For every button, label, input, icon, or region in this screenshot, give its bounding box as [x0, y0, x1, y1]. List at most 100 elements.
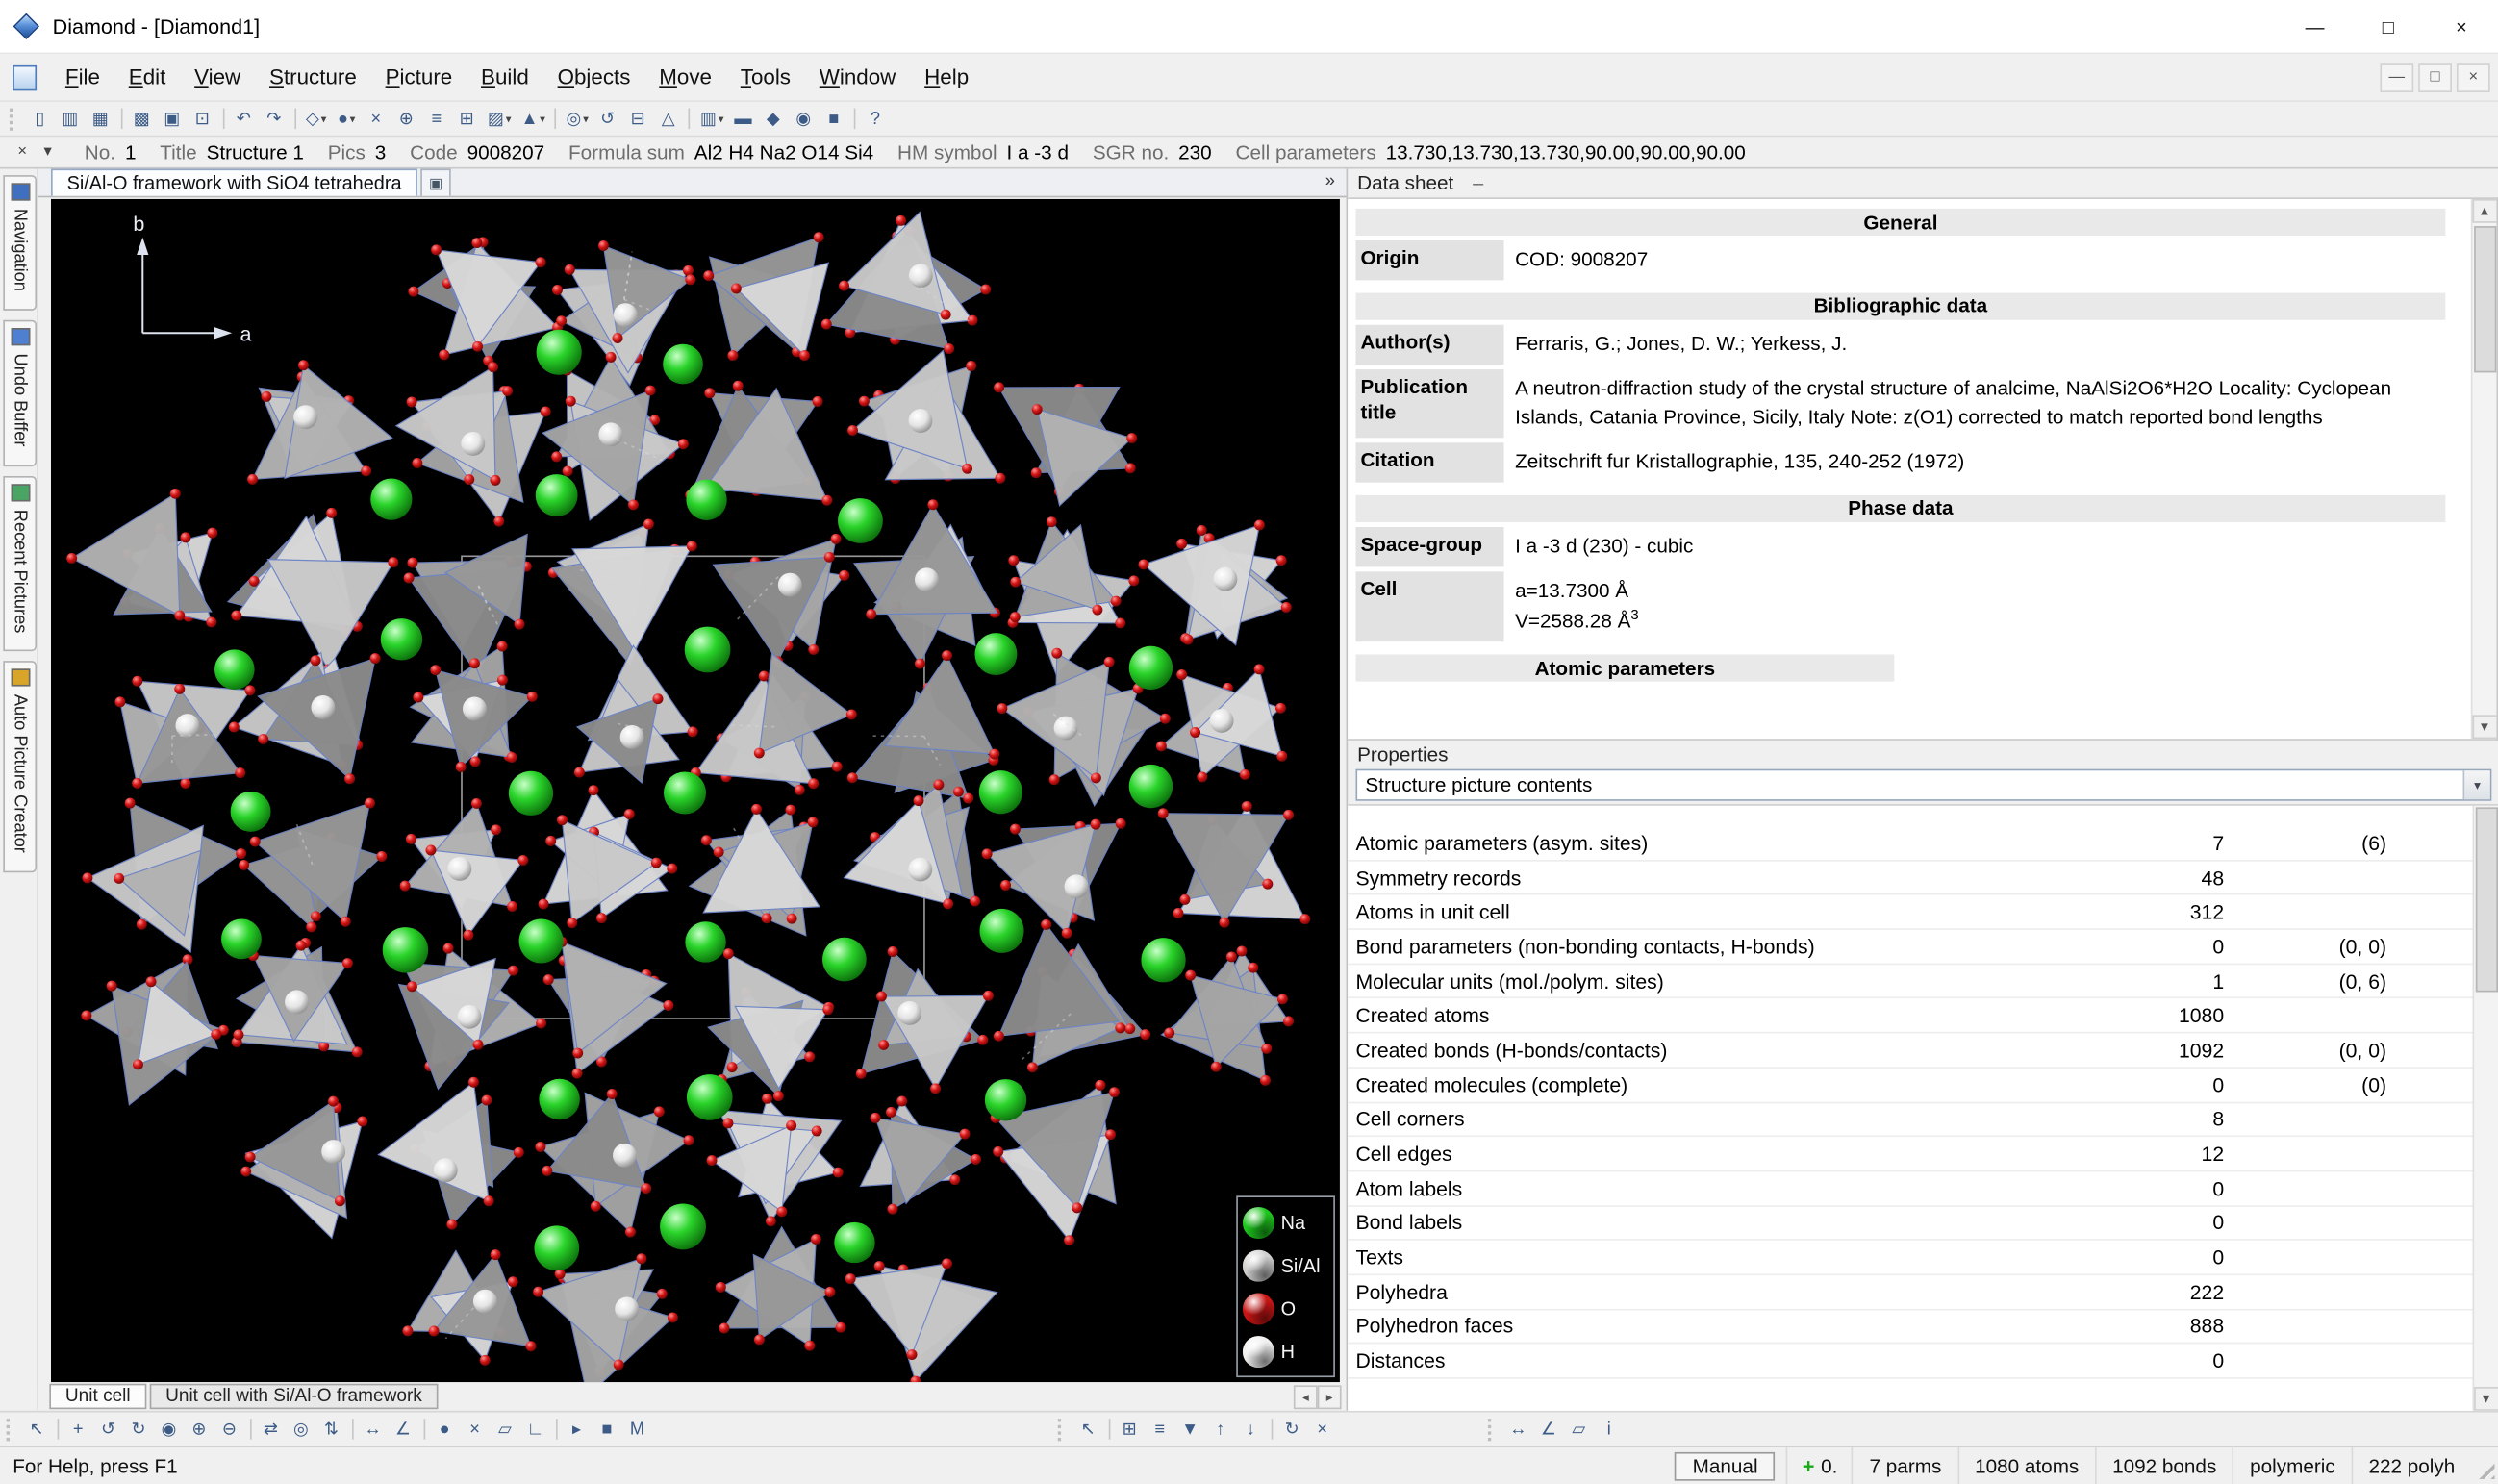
render-quality-icon[interactable]: ◆ — [759, 104, 789, 133]
crystal-structure-render[interactable]: b a — [51, 199, 1340, 1382]
undo-icon[interactable]: ↶ — [230, 104, 260, 133]
zoom-fit-icon[interactable]: ⊟ — [623, 104, 653, 133]
pointer-mode-icon[interactable]: ↖ — [1073, 1415, 1103, 1444]
measure-icon[interactable]: ∟ — [521, 1415, 551, 1444]
movie-mode-icon[interactable]: M — [623, 1415, 653, 1444]
refresh-icon[interactable]: ↻ — [1277, 1415, 1307, 1444]
close-button[interactable]: × — [2425, 0, 2498, 53]
distance-icon[interactable]: ↔ — [359, 1415, 389, 1444]
chevron-down-icon[interactable]: ▾ — [2463, 770, 2490, 799]
child-restore-button[interactable]: □ — [2418, 63, 2452, 91]
tab-overflow-icon[interactable]: » — [1325, 167, 1335, 196]
scrollbar-thumb[interactable] — [2473, 226, 2495, 372]
save-icon[interactable]: ▦ — [86, 104, 115, 133]
table-view-icon[interactable]: ⊞ — [1115, 1415, 1145, 1444]
paste-icon[interactable]: ⊡ — [188, 104, 217, 133]
menu-picture[interactable]: Picture — [371, 55, 467, 99]
lights-icon[interactable]: ◉ — [789, 104, 819, 133]
resize-grip[interactable] — [2471, 1447, 2498, 1484]
document-system-icon[interactable] — [13, 64, 37, 89]
minimize-button[interactable]: — — [2278, 0, 2351, 53]
rotate-z-icon[interactable]: ◉ — [155, 1415, 185, 1444]
plane-list-icon[interactable]: ▱ — [1564, 1415, 1594, 1444]
background-icon[interactable]: ■ — [820, 104, 849, 133]
spin-icon[interactable]: ◎ — [287, 1415, 316, 1444]
info-icon[interactable]: i — [1595, 1415, 1625, 1444]
picture-window-restore-button[interactable]: ▣ — [420, 168, 450, 195]
menu-file[interactable]: File — [51, 55, 114, 99]
child-minimize-button[interactable]: — — [2380, 63, 2413, 91]
active-picture-tab[interactable]: Si/Al-O framework with SiO4 tetrahedra — [51, 168, 417, 195]
properties-table-row[interactable]: Atoms in unit cell 312 — [1348, 895, 2472, 930]
add-atoms-icon[interactable]: ⊕ — [391, 104, 421, 133]
edit-object-icon[interactable]: ▱ — [491, 1415, 520, 1444]
properties-table-row[interactable]: Polyhedra 222 — [1348, 1275, 2472, 1310]
menu-window[interactable]: Window — [805, 55, 910, 99]
menu-edit[interactable]: Edit — [114, 55, 180, 99]
properties-table-row[interactable]: Symmetry records 48 — [1348, 861, 2472, 895]
sidebar-tab-auto-picture-creator[interactable]: Auto Picture Creator — [3, 661, 37, 872]
properties-table-row[interactable]: Distances 0 — [1348, 1345, 2472, 1379]
properties-table-row[interactable]: Cell edges 12 — [1348, 1137, 2472, 1171]
move-picture-icon[interactable]: + — [63, 1415, 93, 1444]
scrollbar-thumb[interactable] — [2475, 807, 2497, 992]
properties-table-row[interactable]: Bond parameters (non-bonding contacts, H… — [1348, 930, 2472, 965]
filter-icon[interactable]: ▼ — [1175, 1415, 1205, 1444]
tracking-icon[interactable]: ⇄ — [257, 1415, 287, 1444]
picture-tab-unit-cell-framework[interactable]: Unit cell with Si/Al-O framework — [150, 1384, 439, 1409]
open-icon[interactable]: ▥ — [56, 104, 86, 133]
properties-table-row[interactable]: Created atoms 1080 — [1348, 999, 2472, 1034]
properties-table-row[interactable]: Cell corners 8 — [1348, 1103, 2472, 1138]
menu-build[interactable]: Build — [467, 55, 543, 99]
sidebar-tab-undo-buffer[interactable]: Undo Buffer — [3, 320, 37, 466]
menu-objects[interactable]: Objects — [543, 55, 645, 99]
play-animation-icon[interactable]: ▸ — [563, 1415, 593, 1444]
fill-unit-cell-icon[interactable]: ⊞ — [452, 104, 482, 133]
perspective-icon[interactable]: △ — [654, 104, 684, 133]
stop-animation-icon[interactable]: ■ — [593, 1415, 622, 1444]
rotate-x-icon[interactable]: ↺ — [94, 1415, 124, 1444]
destroy-icon[interactable]: × — [362, 104, 391, 133]
help-icon[interactable]: ? — [861, 104, 891, 133]
sidebar-tab-recent-pictures[interactable]: Recent Pictures — [3, 475, 37, 651]
properties-table-row[interactable]: Molecular units (mol./polym. sites) 1 (0… — [1348, 965, 2472, 999]
delete-row-icon[interactable]: × — [1308, 1415, 1338, 1444]
structure-wizard-icon[interactable]: ◇▾ — [301, 104, 331, 133]
new-document-icon[interactable]: ▯ — [26, 104, 56, 133]
copy-icon[interactable]: ▣ — [158, 104, 188, 133]
rotate-view-icon[interactable]: ↺ — [593, 104, 623, 133]
packing-icon[interactable]: ▨▾ — [483, 104, 517, 133]
scroll-down-icon[interactable]: ▼ — [2472, 715, 2498, 739]
close-structure-icon[interactable]: × — [10, 143, 36, 161]
scroll-down-icon[interactable]: ▼ — [2473, 1387, 2498, 1411]
polyhedra-icon[interactable]: ▲▾ — [516, 104, 549, 133]
walk-icon[interactable]: ⇅ — [317, 1415, 347, 1444]
add-atom-icon[interactable]: ● — [430, 1415, 460, 1444]
properties-table-row[interactable]: Atom labels 0 — [1348, 1171, 2472, 1206]
sort-ascending-icon[interactable]: ↑ — [1206, 1415, 1236, 1444]
zoom-out-icon[interactable]: ⊖ — [215, 1415, 245, 1444]
connect-atoms-icon[interactable]: ≡ — [422, 104, 452, 133]
select-tool-icon[interactable]: ↖ — [22, 1415, 52, 1444]
properties-table-row[interactable]: Created molecules (complete) 0 (0) — [1348, 1069, 2472, 1103]
properties-table-row[interactable]: Created bonds (H-bonds/contacts) 1092 (0… — [1348, 1034, 2472, 1069]
delete-atom-icon[interactable]: × — [461, 1415, 491, 1444]
menu-move[interactable]: Move — [644, 55, 726, 99]
properties-scrollbar[interactable]: ▼ — [2473, 806, 2498, 1411]
split-window-icon[interactable]: ▬ — [729, 104, 759, 133]
properties-table-row[interactable]: Polyhedron faces 888 — [1348, 1310, 2472, 1345]
properties-content-select[interactable]: Structure picture contents ▾ — [1355, 769, 2491, 801]
angle-icon[interactable]: ∠ — [389, 1415, 418, 1444]
properties-table-row[interactable]: Atomic parameters (asym. sites) 7 (6) — [1348, 826, 2472, 861]
collapse-icon[interactable]: – — [1473, 172, 1483, 194]
print-icon[interactable]: ▩ — [128, 104, 158, 133]
menu-tools[interactable]: Tools — [726, 55, 805, 99]
menu-view[interactable]: View — [180, 55, 255, 99]
menu-structure[interactable]: Structure — [255, 55, 371, 99]
build-molecules-icon[interactable]: ●▾ — [332, 104, 362, 133]
layout-icon[interactable]: ▥▾ — [695, 104, 729, 133]
sort-descending-icon[interactable]: ↓ — [1236, 1415, 1266, 1444]
structure-dropdown-icon[interactable]: ▾ — [35, 143, 61, 161]
angle-list-icon[interactable]: ∠ — [1534, 1415, 1564, 1444]
properties-table-row[interactable]: Bond labels 0 — [1348, 1206, 2472, 1241]
